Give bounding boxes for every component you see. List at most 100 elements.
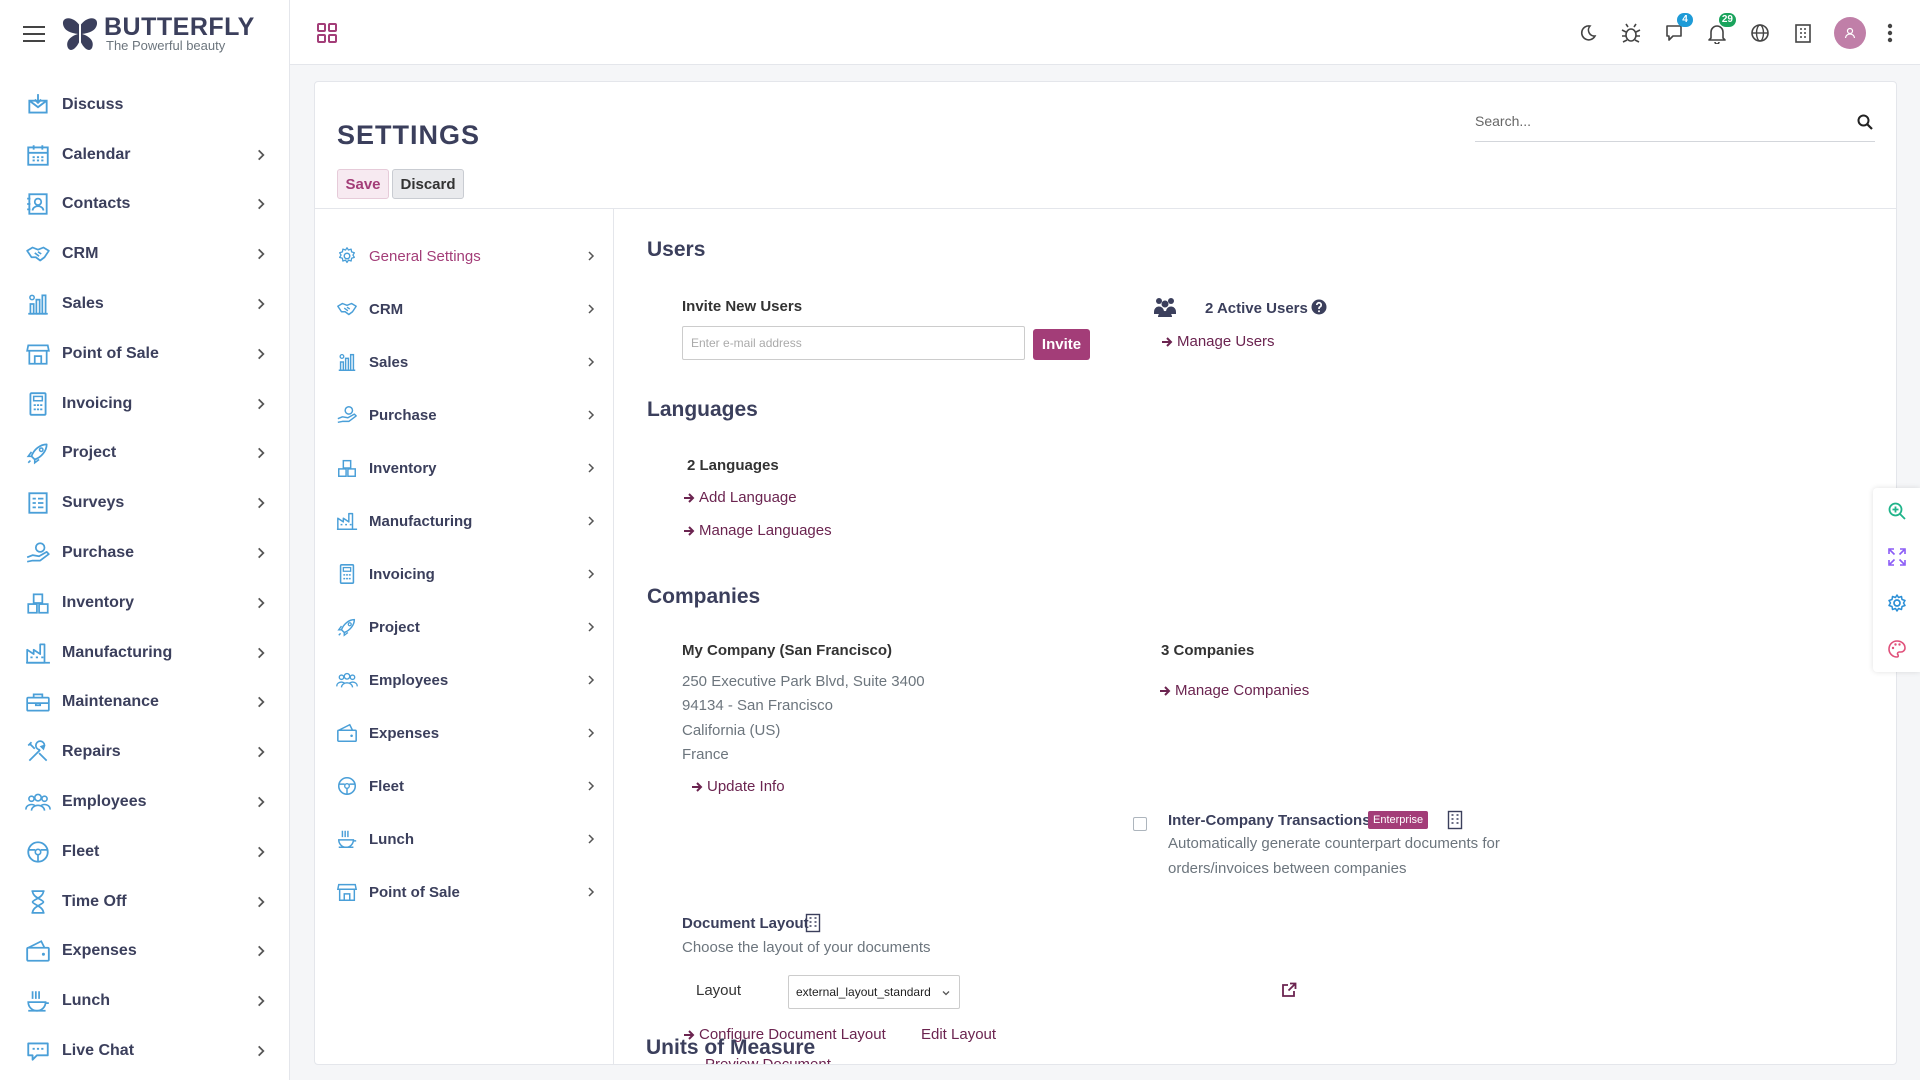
add-language-link[interactable]: Add Language <box>683 489 797 506</box>
sidebar-item-maintenance[interactable]: Maintenance <box>0 678 290 728</box>
sidebar-item-contacts[interactable]: Contacts <box>0 180 290 230</box>
sidebar-item-surveys[interactable]: Surveys <box>0 478 290 528</box>
edit-layout-link[interactable]: Edit Layout <box>921 1026 996 1043</box>
more-options-icon[interactable] <box>1880 21 1900 45</box>
handshake-icon <box>337 302 357 316</box>
building-icon[interactable] <box>1791 21 1815 45</box>
settings-nav-item-invoicing[interactable]: Invoicing <box>335 554 597 594</box>
manage-users-link[interactable]: Manage Users <box>1161 333 1275 350</box>
moon-icon[interactable] <box>1576 21 1600 45</box>
document-layout-desc: Choose the layout of your documents <box>682 939 931 956</box>
search-icon[interactable] <box>1857 114 1873 130</box>
layout-select[interactable]: external_layout_standard <box>788 975 960 1009</box>
zoom-in-icon[interactable] <box>1873 488 1920 534</box>
external-link-icon[interactable] <box>1281 982 1297 998</box>
apps-grid-icon[interactable] <box>316 22 338 44</box>
settings-nav-item-employees[interactable]: Employees <box>335 660 597 700</box>
invite-button[interactable]: Invite <box>1033 329 1090 360</box>
sidebar-item-point-of-sale[interactable]: Point of Sale <box>0 329 290 379</box>
sidebar-item-crm[interactable]: CRM <box>0 229 290 279</box>
sidebar-nav: Discuss Calendar Contacts CRM Sales Poin… <box>0 80 290 1076</box>
contacts-icon <box>24 190 52 218</box>
sidebar-item-time-off[interactable]: Time Off <box>0 877 290 927</box>
help-icon[interactable] <box>1311 299 1327 315</box>
inter-company-checkbox[interactable] <box>1133 817 1147 831</box>
discuss-icon <box>24 91 52 119</box>
companies-count: 3 Companies <box>1161 642 1255 659</box>
sidebar-item-manufacturing[interactable]: Manufacturing <box>0 628 290 678</box>
palette-icon[interactable] <box>1873 626 1920 672</box>
manage-languages-link[interactable]: Manage Languages <box>683 522 832 539</box>
chat-bubble-icon[interactable]: 4 <box>1662 12 1693 45</box>
settings-nav-label: Purchase <box>369 406 437 424</box>
languages-count: 2 Languages <box>687 457 779 474</box>
sidebar-item-live-chat[interactable]: Live Chat <box>0 1026 290 1076</box>
sidebar-item-inventory[interactable]: Inventory <box>0 578 290 628</box>
inter-company-desc-1: Automatically generate counterpart docum… <box>1168 835 1500 852</box>
save-button[interactable]: Save <box>337 169 389 199</box>
invite-email-input[interactable] <box>682 326 1025 360</box>
manage-companies-link[interactable]: Manage Companies <box>1159 682 1309 699</box>
sidebar-item-repairs[interactable]: Repairs <box>0 727 290 777</box>
settings-nav-item-purchase[interactable]: Purchase <box>335 395 597 435</box>
butterfly-logo-icon <box>60 14 100 54</box>
purchase-icon <box>26 542 50 563</box>
units-section-title: Units of Measure <box>646 1036 816 1059</box>
discuss-icon <box>28 94 48 114</box>
sidebar-item-employees[interactable]: Employees <box>0 777 290 827</box>
chevron-right-icon <box>588 728 595 738</box>
settings-nav-item-manufacturing[interactable]: Manufacturing <box>335 501 597 541</box>
sidebar-item-calendar[interactable]: Calendar <box>0 130 290 180</box>
settings-nav-item-general-settings[interactable]: General Settings <box>335 236 597 276</box>
sidebar-item-label: Lunch <box>62 992 110 1010</box>
settings-nav-label: Inventory <box>369 459 437 477</box>
settings-nav-label: Fleet <box>369 777 405 795</box>
settings-nav-label: Point of Sale <box>369 883 460 901</box>
settings-nav-item-lunch[interactable]: Lunch <box>335 819 597 859</box>
menu-toggle-button[interactable] <box>20 20 48 48</box>
rocket-icon <box>26 443 48 465</box>
sidebar-item-label: Point of Sale <box>62 344 159 362</box>
settings-nav-item-point-of-sale[interactable]: Point of Sale <box>335 872 597 912</box>
search-input[interactable] <box>1475 102 1845 140</box>
enterprise-badge: Enterprise <box>1368 811 1429 829</box>
wallet-icon <box>26 940 50 963</box>
chevron-right-icon <box>258 647 265 658</box>
boxes-icon <box>24 589 52 617</box>
sidebar-item-project[interactable]: Project <box>0 429 290 479</box>
page-title: SETTINGS <box>337 120 481 150</box>
bug-icon[interactable] <box>1619 21 1643 45</box>
settings-nav-item-project[interactable]: Project <box>335 607 597 647</box>
tools-icon <box>24 738 52 766</box>
settings-gear-icon[interactable] <box>1873 580 1920 626</box>
sidebar-item-lunch[interactable]: Lunch <box>0 976 290 1026</box>
sidebar-item-expenses[interactable]: Expenses <box>0 927 290 977</box>
sidebar-item-purchase[interactable]: Purchase <box>0 528 290 578</box>
fullscreen-icon[interactable] <box>1873 534 1920 580</box>
messages-badge: 4 <box>1677 12 1693 27</box>
chevron-right-icon <box>588 622 595 632</box>
bell-icon[interactable]: 29 <box>1705 12 1736 45</box>
boxes-icon <box>27 593 49 614</box>
update-info-link[interactable]: Update Info <box>691 778 785 795</box>
sidebar-item-sales[interactable]: Sales <box>0 279 290 329</box>
chevron-right-icon <box>588 781 595 791</box>
chevron-right-icon <box>258 846 265 858</box>
globe-icon[interactable] <box>1748 21 1772 45</box>
settings-nav-item-fleet[interactable]: Fleet <box>335 766 597 806</box>
chevron-right-icon <box>258 398 265 409</box>
sidebar-item-discuss[interactable]: Discuss <box>0 80 290 130</box>
team-icon <box>335 668 359 692</box>
store-icon <box>26 344 50 365</box>
hamburger-icon <box>23 26 45 42</box>
settings-nav-item-sales[interactable]: Sales <box>335 342 597 382</box>
calendar-icon <box>27 144 49 166</box>
settings-nav-item-expenses[interactable]: Expenses <box>335 713 597 753</box>
settings-nav-item-inventory[interactable]: Inventory <box>335 448 597 488</box>
sidebar-item-fleet[interactable]: Fleet <box>0 827 290 877</box>
sidebar-item-invoicing[interactable]: Invoicing <box>0 379 290 429</box>
settings-panel: SETTINGS Save Discard General Settings C… <box>314 81 1897 1065</box>
settings-nav-item-crm[interactable]: CRM <box>335 289 597 329</box>
user-avatar[interactable] <box>1834 16 1866 49</box>
discard-button[interactable]: Discard <box>392 169 464 199</box>
